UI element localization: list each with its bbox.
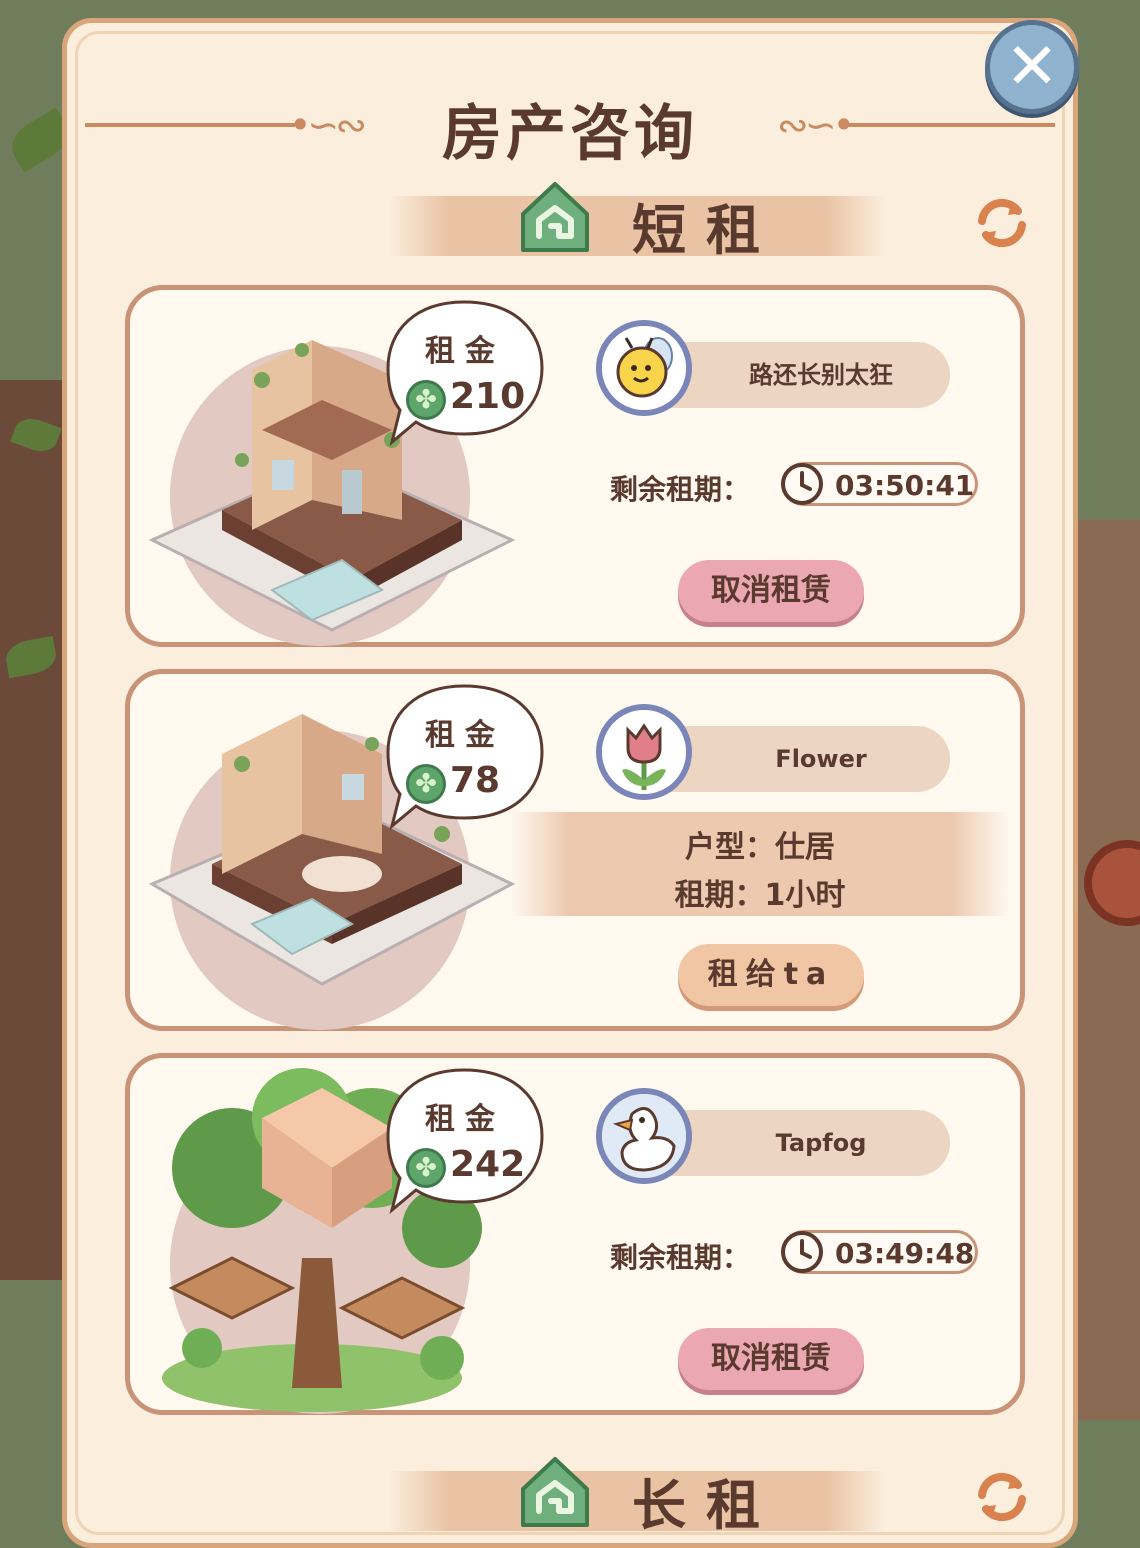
background-furniture	[1070, 520, 1140, 1420]
refresh-icon[interactable]	[972, 193, 1032, 253]
timer-box: 03:49:48	[781, 1230, 978, 1274]
clover-coin-icon: ✤	[406, 1148, 446, 1188]
timer-value: 03:49:48	[835, 1237, 975, 1270]
title-row: •∽∾ 房产咨询 ∾∽•	[67, 73, 1073, 173]
tenant-name: Flower	[670, 726, 950, 792]
room-type: 户型：仕居	[685, 830, 835, 865]
rent-value: 78	[450, 760, 501, 801]
ornament-right-icon: ∾∽•	[776, 103, 855, 147]
section-title-long: 长租	[632, 1474, 780, 1537]
tenant-name: Tapfog	[670, 1110, 950, 1176]
cancel-lease-button[interactable]: 取消租赁	[678, 560, 864, 622]
rent-bubble-content: 租金 ✤ 78	[384, 680, 546, 830]
section-title-short: 短租	[632, 199, 780, 262]
listing-card: 租金 ✤ 78 Flower 户型：仕居 租期：1小时 租给ta	[125, 669, 1025, 1031]
rent-to-tenant-button[interactable]: 租给ta	[678, 944, 864, 1006]
rent-bubble-content: 租金 ✤ 210	[384, 296, 546, 446]
listing-card: 租金 ✤ 242 Tapfog 剩余租期： 03:49:48 取消租赁	[125, 1053, 1025, 1415]
close-icon: ✕	[1005, 30, 1059, 104]
duck-avatar-icon[interactable]	[596, 1088, 692, 1184]
bee-avatar-icon[interactable]	[596, 320, 692, 416]
tulip-avatar-icon[interactable]	[596, 704, 692, 800]
refresh-icon[interactable]	[972, 1467, 1032, 1527]
rent-label: 租金	[425, 1102, 505, 1137]
listing-info: 户型：仕居 租期：1小时	[510, 812, 1010, 916]
cancel-lease-button[interactable]: 取消租赁	[678, 1328, 864, 1390]
clover-coin-icon: ✤	[406, 380, 446, 420]
panel-title: 房产咨询	[442, 99, 698, 169]
rent-bubble-content: 租金 ✤ 242	[384, 1064, 546, 1214]
clock-icon	[781, 463, 823, 505]
close-button[interactable]: ✕	[985, 20, 1079, 114]
rent-label: 租金	[425, 718, 505, 753]
listing-card: 租金 ✤ 210 路还长别太狂 剩余租期： 03:50:41 取消租赁	[125, 285, 1025, 647]
section-header-long: 长租	[327, 1457, 887, 1537]
background-wall	[0, 380, 70, 1280]
clover-coin-icon: ✤	[406, 764, 446, 804]
rent-value: 242	[450, 1144, 526, 1185]
timer-value: 03:50:41	[835, 469, 975, 502]
remaining-term-label: 剩余租期：	[610, 1241, 751, 1274]
property-consult-panel: •∽∾ 房产咨询 ∾∽• 短租 租金 ✤ 210 路还长别太狂 剩余租期： 03…	[62, 18, 1078, 1548]
section-header-short: 短租	[327, 182, 887, 262]
clock-icon	[781, 1231, 823, 1273]
remaining-term-label: 剩余租期：	[610, 473, 751, 506]
rent-label: 租金	[425, 334, 505, 369]
lease-term: 租期：1小时	[674, 878, 846, 913]
title-divider-right	[845, 123, 1055, 127]
house-icon	[521, 182, 589, 252]
rent-value: 210	[450, 376, 526, 417]
tenant-name: 路还长别太狂	[670, 342, 950, 408]
house-icon	[521, 1457, 589, 1527]
timer-box: 03:50:41	[781, 462, 978, 506]
